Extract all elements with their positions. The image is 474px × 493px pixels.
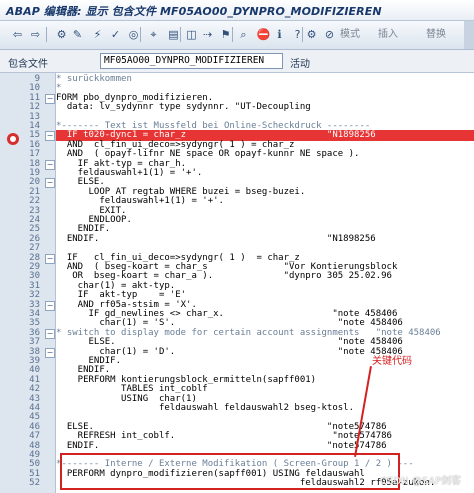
fold-toggle-icon[interactable]: −: [45, 178, 55, 189]
activate-icon[interactable]: ⚡: [90, 27, 105, 42]
toolbar-stripe: [464, 21, 474, 49]
object-list-icon[interactable]: ▤: [166, 27, 181, 42]
code-line[interactable]: ENDIF. "note574786: [56, 441, 474, 452]
back-icon[interactable]: ⇦: [10, 27, 25, 42]
check-icon[interactable]: ✓: [108, 27, 123, 42]
window-titlebar: ABAP 编辑器: 显示 包含文件 MF05AO00_DYNPRO_MODIFI…: [0, 0, 474, 21]
annotation-label: 关键代码: [372, 356, 412, 367]
navigate-icon[interactable]: ⇢: [200, 27, 215, 42]
toolbar-insert-button[interactable]: 插入: [378, 27, 398, 42]
key-code-box: [60, 453, 400, 490]
toolbar-separator: [180, 27, 181, 42]
info-icon[interactable]: ℹ: [272, 27, 287, 42]
pattern-icon[interactable]: ⚑: [218, 27, 233, 42]
find-icon[interactable]: ⌕: [236, 27, 251, 42]
object-type-label: 包含文件: [8, 59, 48, 70]
fold-toggle-icon[interactable]: −: [45, 159, 55, 170]
code-editor[interactable]: * surückkommen * FORM pbo_dynpro_modifizie…: [55, 73, 474, 493]
code-line[interactable]: feldauswahl feldauswahl2 bseg-ktosl.: [56, 403, 474, 414]
toolbar-replace-button[interactable]: 替换: [426, 27, 446, 42]
toolbar-mode-button[interactable]: 模式: [340, 27, 360, 42]
other-icon[interactable]: ⚙: [54, 27, 69, 42]
stop-icon[interactable]: ⊘: [322, 27, 337, 42]
display-object-icon[interactable]: ◫: [184, 27, 199, 42]
breakpoint-icon[interactable]: ⛔: [256, 27, 271, 42]
toolbar-separator: [232, 27, 233, 42]
fold-toggle-icon[interactable]: −: [45, 131, 55, 142]
toolbar-separator: [46, 27, 47, 42]
window-title: ABAP 编辑器: 显示 包含文件 MF05AO00_DYNPRO_MODIFI…: [6, 5, 382, 18]
fold-toggle-icon[interactable]: −: [45, 328, 55, 339]
fold-toggle-icon[interactable]: −: [45, 300, 55, 311]
application-toolbar: ⇦ ⇨ ⚙ ✎ ⚡ ✓ ◎ ⌖ ▤ ◫ ⇢ ⚑ ⌕ ⛔ ℹ? ⚙ ⊘ 模式 插入 替换: [0, 21, 474, 50]
code-line[interactable]: ENDIF. "N1898256: [56, 234, 474, 245]
fold-toggle-icon[interactable]: −: [45, 253, 55, 264]
object-status: 活动: [290, 59, 310, 70]
toolbar-separator: [302, 27, 303, 42]
fold-toggle-icon[interactable]: −: [45, 347, 55, 358]
object-bar: 包含文件 MF05AO00_DYNPRO_MODIFIZIEREN 活动: [0, 50, 474, 73]
display-change-icon[interactable]: ✎: [70, 27, 85, 42]
fold-toggle-icon[interactable]: −: [45, 93, 55, 104]
code-line[interactable]: data: lv_sydynnr type sydynnr. "UT-Decou…: [56, 102, 474, 113]
toolbar-separator: [140, 27, 141, 42]
settings-icon[interactable]: ⚙: [304, 27, 319, 42]
watermark: CSDN @SAP剑客: [380, 476, 462, 487]
where-used-icon[interactable]: ⌖: [146, 27, 161, 42]
test-icon[interactable]: ◎: [126, 27, 141, 42]
line-number: 52: [29, 478, 40, 489]
include-name-field[interactable]: MF05AO00_DYNPRO_MODIFIZIEREN: [100, 53, 283, 69]
forward-icon[interactable]: ⇨: [28, 27, 43, 42]
